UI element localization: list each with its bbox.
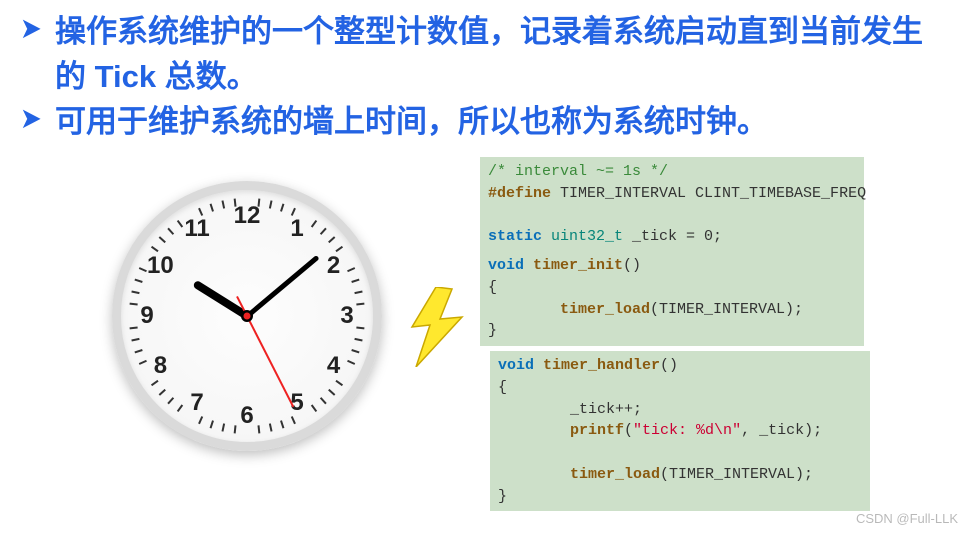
clock-tick [131, 338, 139, 342]
clock-tick [269, 423, 273, 431]
clock-face: 121234567891011 [112, 181, 382, 451]
code3-load: timer_load [570, 466, 660, 483]
minute-hand [245, 255, 319, 318]
bullet-2: 可用于维护系统的墙上时间，所以也称为系统时钟。 [55, 100, 936, 145]
code3-p1: ( [624, 422, 633, 439]
code1-comment: /* interval ~= 1s */ [488, 163, 668, 180]
code2-void: void [488, 257, 533, 274]
clock-tick [130, 303, 138, 306]
code2-parens: () [623, 257, 641, 274]
clock-tick [328, 236, 335, 243]
clock-tick [234, 199, 237, 207]
code3-fn: timer_handler [543, 357, 660, 374]
code3-tick: _tick++; [498, 401, 642, 418]
content-area: 121234567891011 /* interval ~= 1s */ #de… [0, 175, 976, 534]
clock-number: 7 [182, 388, 212, 418]
code3-open: { [498, 379, 507, 396]
clock-tick [354, 338, 362, 342]
code3-str: "tick: %d\n" [633, 422, 741, 439]
bullet-1: 操作系统维护的一个整型计数值，记录着系统启动直到当前发生的 Tick 总数。 [55, 10, 936, 100]
clock-tick [167, 228, 174, 235]
clock-tick [351, 349, 359, 353]
code3-printf: printf [570, 422, 624, 439]
code2-call: timer_load [560, 301, 650, 318]
clock-tick [221, 200, 225, 208]
watermark: CSDN @Full-LLK [856, 511, 958, 526]
clock-number: 2 [319, 251, 349, 281]
code1-var: _tick = 0; [623, 228, 722, 245]
code-block-3: void timer_handler() { _tick++; printf("… [490, 351, 870, 511]
clock-number: 1 [282, 214, 312, 244]
clock-tick [159, 389, 166, 396]
clock-tick [351, 279, 359, 283]
code3-void: void [498, 357, 543, 374]
clock-number: 10 [145, 251, 175, 281]
code1-define-kw: #define [488, 185, 551, 202]
code2-fn: timer_init [533, 257, 623, 274]
clock-tick [210, 420, 214, 428]
code1-type: uint32_t [551, 228, 623, 245]
clock-tick [356, 303, 364, 306]
clock-tick [328, 389, 335, 396]
clock-number: 4 [319, 351, 349, 381]
code3-close: } [498, 488, 507, 505]
lightning-icon [408, 287, 468, 367]
code1-static: static [488, 228, 551, 245]
clock-tick [320, 228, 327, 235]
code2-arg: (TIMER_INTERVAL); [650, 301, 803, 318]
code-block-2: void timer_init() { timer_load(TIMER_INT… [480, 251, 864, 346]
code2-indent [488, 301, 560, 318]
clock-tick [320, 397, 327, 404]
code2-close: } [488, 322, 497, 339]
clock-tick [280, 203, 284, 211]
clock-image: 121234567891011 [112, 181, 382, 451]
clock-number: 8 [145, 351, 175, 381]
code3-p2: , _tick); [741, 422, 822, 439]
clock-tick [167, 397, 174, 404]
second-hand [246, 316, 294, 408]
clock-tick [354, 290, 362, 294]
code1-define-rest: TIMER_INTERVAL CLINT_TIMEBASE_FREQ [551, 185, 866, 202]
clock-tick [131, 290, 139, 294]
clock-tick [234, 425, 237, 433]
bullet-list: 操作系统维护的一个整型计数值，记录着系统启动直到当前发生的 Tick 总数。 可… [0, 0, 976, 145]
clock-tick [269, 200, 273, 208]
code3-parens: () [660, 357, 678, 374]
code3-arg: (TIMER_INTERVAL); [660, 466, 813, 483]
clock-center-red [244, 313, 251, 320]
clock-tick [280, 420, 284, 428]
code-block-1: /* interval ~= 1s */ #define TIMER_INTER… [480, 157, 864, 252]
clock-tick [159, 236, 166, 243]
clock-tick [134, 279, 142, 283]
code3-i2 [498, 466, 570, 483]
clock-number: 11 [182, 214, 212, 244]
clock-tick [221, 423, 225, 431]
code2-open: { [488, 279, 497, 296]
code3-i1 [498, 422, 570, 439]
clock-tick [210, 203, 214, 211]
clock-tick [134, 349, 142, 353]
